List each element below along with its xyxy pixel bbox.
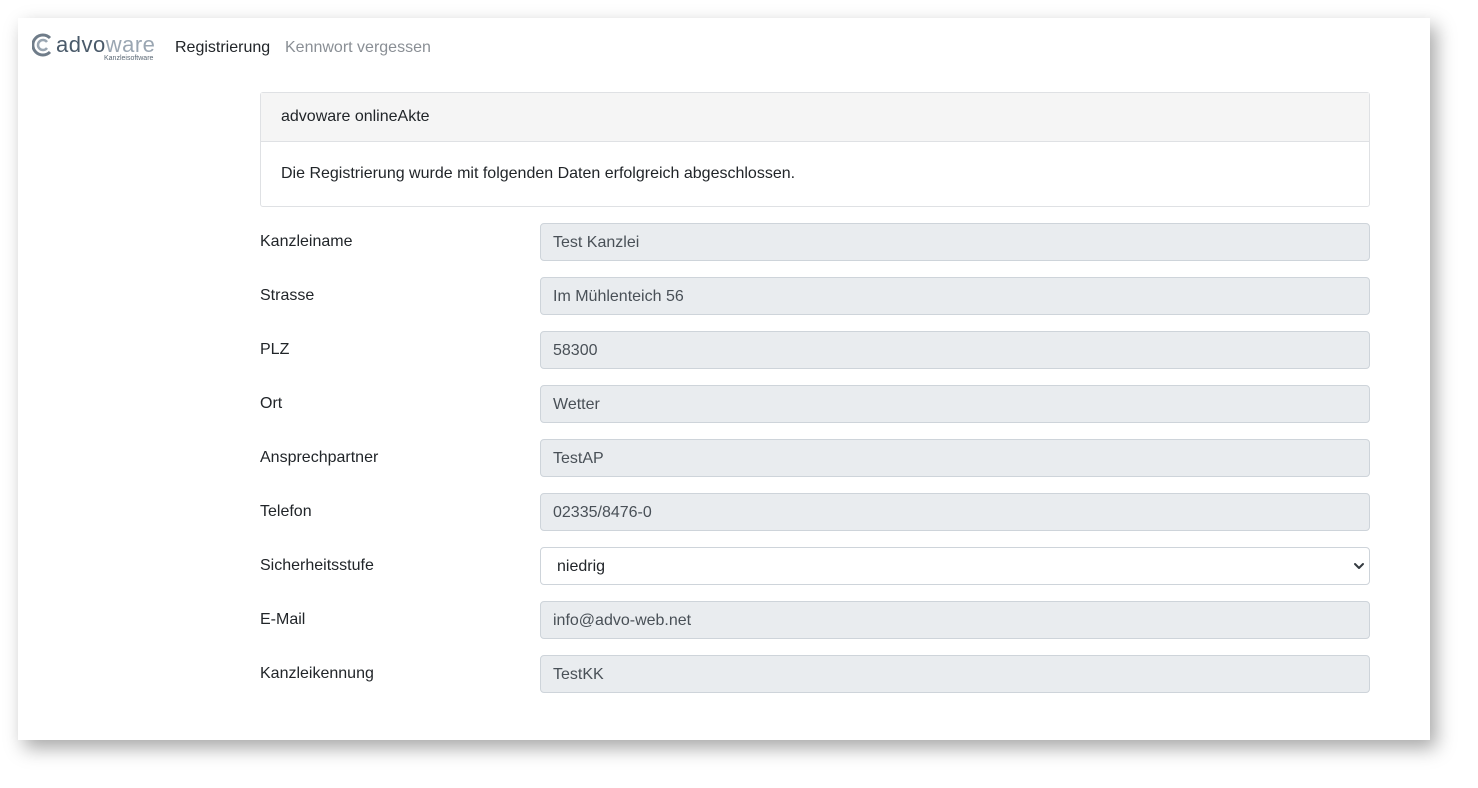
nav-link-registrierung[interactable]: Registrierung (175, 38, 270, 58)
label-email: E-Mail (260, 611, 306, 628)
card-header: advoware onlineAkte (261, 93, 1369, 142)
label-kanzleikennung: Kanzleikennung (260, 665, 374, 682)
ort-value: Wetter (553, 396, 600, 413)
logo-subtitle: Kanzleisoftware (104, 55, 154, 62)
email-value: info@advo-web.net (553, 612, 692, 629)
sicherheitsstufe-select[interactable]: niedrig (540, 547, 1370, 585)
email-field[interactable]: info@advo-web.net (540, 601, 1370, 639)
plz-field[interactable]: 58300 (540, 331, 1370, 369)
form-row-ort: Ort Wetter (260, 385, 1370, 423)
label-ansprechpartner: Ansprechpartner (260, 449, 379, 466)
telefon-field[interactable]: 02335/8476-0 (540, 493, 1370, 531)
ort-field[interactable]: Wetter (540, 385, 1370, 423)
plz-value: 58300 (553, 342, 598, 359)
label-ort: Ort (260, 395, 283, 412)
success-message: Die Registrierung wurde mit folgenden Da… (281, 165, 796, 182)
kanzleiname-value: Test Kanzlei (553, 234, 640, 251)
label-telefon: Telefon (260, 503, 312, 520)
kanzleiname-field[interactable]: Test Kanzlei (540, 223, 1370, 261)
form-row-kanzleiname: Kanzleiname Test Kanzlei (260, 223, 1370, 261)
logo-mark-icon (32, 33, 52, 57)
nav-link-kennwort-vergessen[interactable]: Kennwort vergessen (285, 38, 431, 58)
form-row-ansprechpartner: Ansprechpartner TestAP (260, 439, 1370, 477)
strasse-value: Im Mühlenteich 56 (553, 288, 684, 305)
kanzleikennung-value: TestKK (553, 666, 604, 683)
form-row-strasse: Strasse Im Mühlenteich 56 (260, 277, 1370, 315)
form-row-plz: PLZ 58300 (260, 331, 1370, 369)
label-plz: PLZ (260, 341, 290, 358)
kanzleikennung-field[interactable]: TestKK (540, 655, 1370, 693)
form-row-email: E-Mail info@advo-web.net (260, 601, 1370, 639)
telefon-value: 02335/8476-0 (553, 504, 652, 521)
form-row-telefon: Telefon 02335/8476-0 (260, 493, 1370, 531)
strasse-field[interactable]: Im Mühlenteich 56 (540, 277, 1370, 315)
label-strasse: Strasse (260, 287, 315, 304)
form-row-kanzleikennung: Kanzleikennung TestKK (260, 655, 1370, 693)
advoware-logo[interactable]: advoware Kanzleisoftware (32, 32, 155, 66)
sicherheitsstufe-value: niedrig (557, 558, 606, 575)
success-card: advoware onlineAkte Die Registrierung wu… (260, 92, 1370, 207)
chevron-down-icon (1354, 563, 1364, 569)
navbar: advoware Kanzleisoftware Registrierung K… (18, 18, 1430, 78)
label-kanzleiname: Kanzleiname (260, 233, 353, 250)
label-sicherheitsstufe: Sicherheitsstufe (260, 557, 374, 574)
app-window: advoware Kanzleisoftware Registrierung K… (18, 18, 1430, 740)
ansprechpartner-field[interactable]: TestAP (540, 439, 1370, 477)
form-row-sicherheitsstufe: Sicherheitsstufe niedrig (260, 547, 1370, 585)
ansprechpartner-value: TestAP (553, 450, 604, 467)
